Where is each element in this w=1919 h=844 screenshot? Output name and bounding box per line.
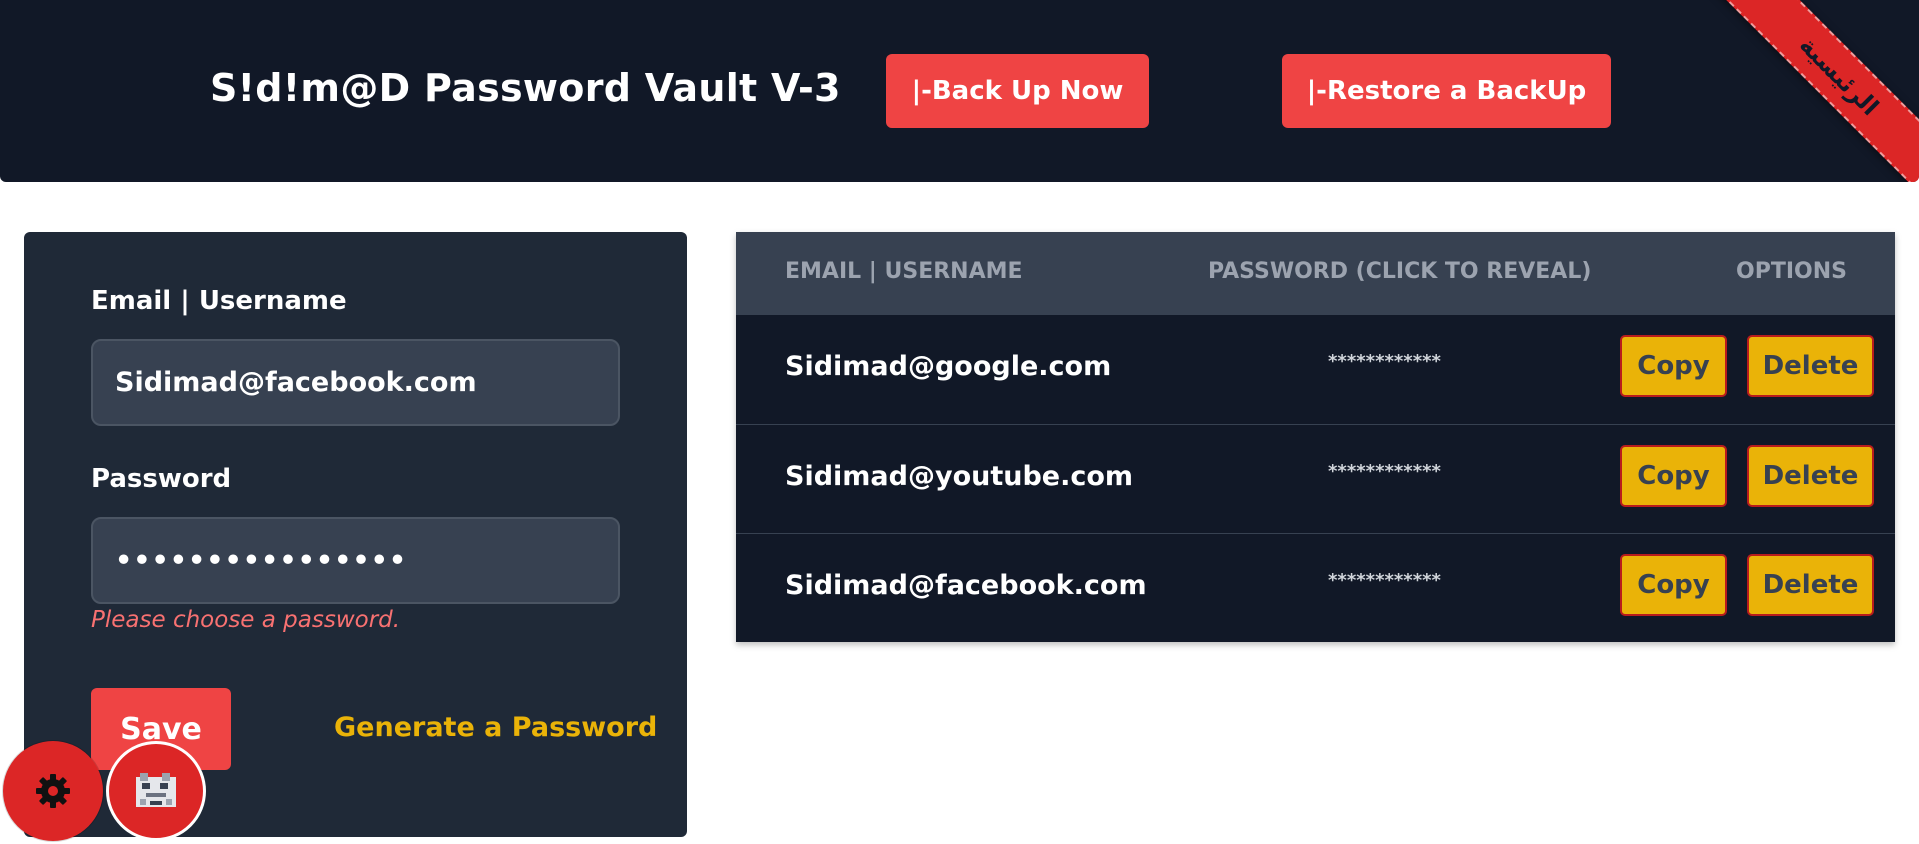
- column-header-email: EMAIL | USERNAME: [785, 259, 1023, 284]
- table-row: Sidimad@facebook.com ************ Copy D…: [736, 533, 1895, 642]
- email-label: Email | Username: [91, 286, 347, 316]
- row-password-masked[interactable]: ************: [1328, 351, 1441, 372]
- password-label: Password: [91, 464, 232, 494]
- row-password-masked[interactable]: ************: [1328, 461, 1441, 482]
- app-title: S!d!m@D Password Vault V-3: [210, 66, 841, 110]
- avatar-icon: [136, 773, 176, 807]
- delete-button[interactable]: Delete: [1747, 554, 1874, 616]
- generate-password-link[interactable]: Generate a Password: [334, 712, 657, 743]
- column-header-password: PASSWORD (CLICK TO REVEAL): [1208, 259, 1592, 284]
- top-navbar: S!d!m@D Password Vault V-3 |-Back Up Now…: [0, 0, 1919, 182]
- table-row: Sidimad@google.com ************ Copy Del…: [736, 314, 1895, 423]
- table-header: EMAIL | USERNAME PASSWORD (CLICK TO REVE…: [736, 232, 1895, 314]
- row-email: Sidimad@facebook.com: [785, 570, 1147, 601]
- credentials-table: EMAIL | USERNAME PASSWORD (CLICK TO REVE…: [736, 232, 1895, 642]
- home-ribbon-link[interactable]: الرئيسية: [1714, 0, 1919, 182]
- column-header-options: OPTIONS: [1736, 259, 1847, 284]
- home-ribbon-container: الرئيسية: [1709, 0, 1919, 182]
- credential-form: Email | Username Password Please choose …: [24, 232, 687, 837]
- delete-button[interactable]: Delete: [1747, 445, 1874, 507]
- copy-button[interactable]: Copy: [1620, 445, 1727, 507]
- row-email: Sidimad@google.com: [785, 351, 1112, 382]
- restore-backup-button[interactable]: |-Restore a BackUp: [1282, 54, 1611, 128]
- delete-button[interactable]: Delete: [1747, 335, 1874, 397]
- email-field[interactable]: [91, 339, 620, 426]
- row-password-masked[interactable]: ************: [1328, 570, 1441, 591]
- backup-button[interactable]: |-Back Up Now: [886, 54, 1149, 128]
- row-email: Sidimad@youtube.com: [785, 461, 1134, 492]
- settings-button[interactable]: [3, 741, 103, 841]
- user-avatar-button[interactable]: [106, 741, 206, 841]
- table-row: Sidimad@youtube.com ************ Copy De…: [736, 424, 1895, 533]
- copy-button[interactable]: Copy: [1620, 335, 1727, 397]
- copy-button[interactable]: Copy: [1620, 554, 1727, 616]
- password-field[interactable]: [91, 517, 620, 604]
- password-error-message: Please choose a password.: [91, 607, 401, 633]
- gear-icon: [36, 774, 70, 808]
